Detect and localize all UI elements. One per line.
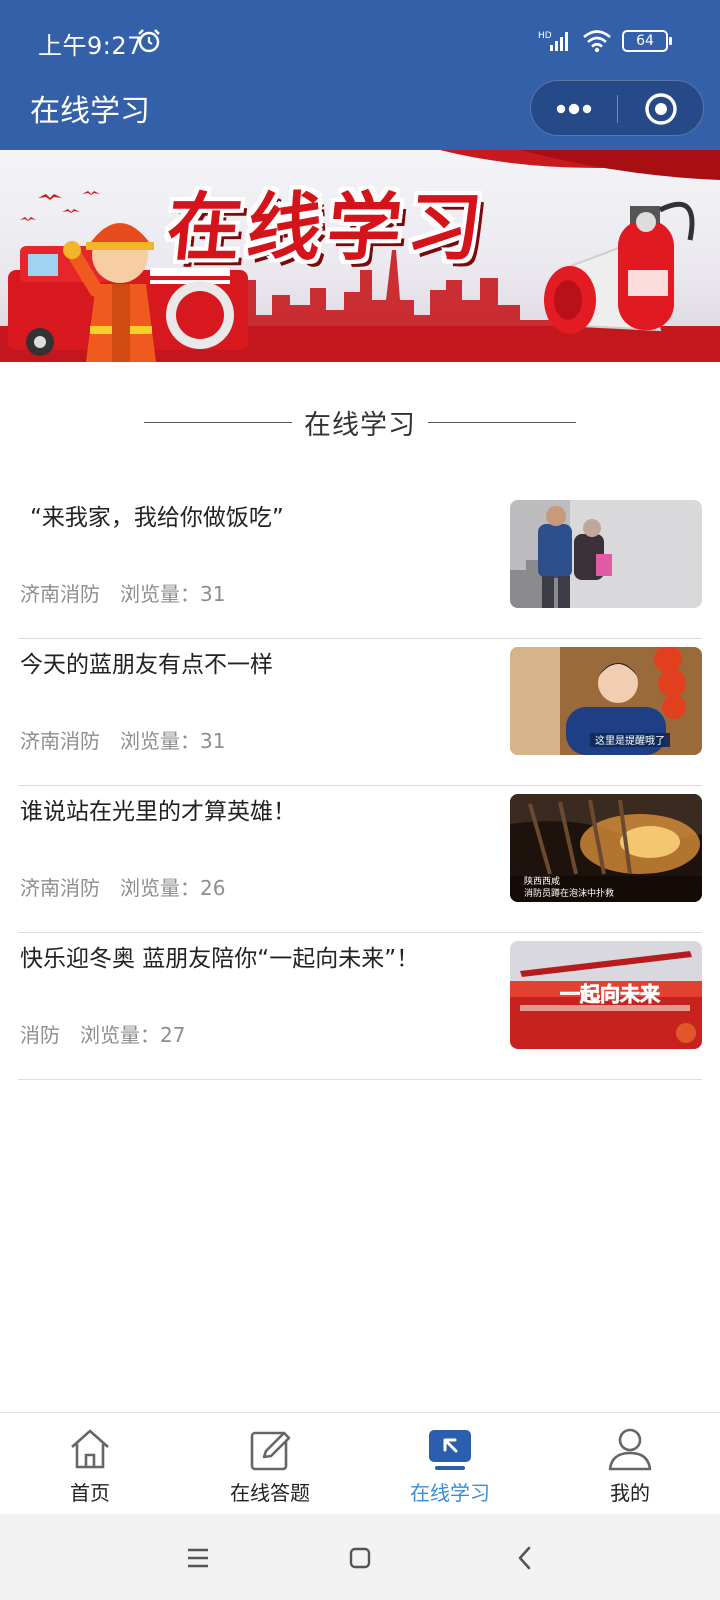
tab-online-quiz[interactable]: 在线答题: [180, 1413, 360, 1515]
tab-home[interactable]: 首页: [0, 1413, 180, 1515]
article-meta: 消防 浏览量：27: [20, 1019, 185, 1048]
thumbnail-caption: 消防员蹲在泡沫中扑救: [524, 887, 614, 899]
edit-icon: [250, 1431, 291, 1471]
bottom-tab-bar: 首页 在线答题 在线学习 我的: [0, 1412, 720, 1514]
article-meta: 济南消防 浏览量：26: [20, 872, 225, 901]
back-arrow-icon: [518, 1546, 531, 1570]
wifi-icon: [583, 30, 611, 53]
battery-icon: 64: [622, 30, 672, 52]
menu-icon: [188, 1548, 208, 1568]
user-icon: [608, 1428, 652, 1471]
recent-apps-button[interactable]: [176, 1536, 220, 1580]
article-title: 快乐迎冬奥 蓝朋友陪你“一起向未来”！: [20, 946, 420, 972]
article-source: 济南消防: [20, 876, 100, 900]
article-views: 浏览量：27: [80, 1023, 186, 1047]
article-thumbnail: 这里是提醒哦了: [510, 647, 702, 755]
home-button[interactable]: [338, 1536, 382, 1580]
system-nav-bar: [0, 1514, 720, 1600]
tab-mine[interactable]: 我的: [540, 1413, 720, 1515]
article-item[interactable]: 快乐迎冬奥 蓝朋友陪你“一起向未来”！ 消防 浏览量：27 一起向未来: [18, 933, 702, 1080]
close-mini-program-button[interactable]: [618, 81, 704, 137]
article-source: 济南消防: [20, 582, 100, 606]
article-thumbnail: [510, 500, 702, 608]
more-dots-icon: [556, 103, 592, 115]
top-bar: 上午9:27 HD 64 在线学习: [0, 0, 720, 150]
section-heading: 在线学习: [0, 400, 720, 444]
square-icon: [349, 1547, 371, 1569]
tab-online-learning-label: 在线学习: [410, 1481, 490, 1505]
article-source: 消防: [20, 1023, 60, 1047]
banner-title: 在线学习: [162, 185, 492, 271]
article-list: “来我家，我给你做饭吃” 济南消防 浏览量：31 今天的蓝朋友有点不一样 济南消防…: [0, 492, 720, 1080]
heading-line-right: [428, 421, 576, 423]
article-thumbnail: 陕西西咸 消防员蹲在泡沫中扑救: [510, 794, 702, 902]
thumbnail-caption: 一起向未来: [560, 982, 661, 1006]
article-meta: 济南消防 浏览量：31: [20, 578, 225, 607]
status-icons: HD 64: [538, 28, 672, 54]
status-bar: 上午9:27 HD 64: [0, 0, 720, 80]
article-thumbnail: 一起向未来: [510, 941, 702, 1049]
learn-icon: [429, 1430, 471, 1470]
article-views: 浏览量：31: [120, 582, 226, 606]
alarm-icon: [138, 29, 160, 53]
article-views: 浏览量：31: [120, 729, 226, 753]
more-button[interactable]: [531, 81, 617, 137]
section-heading-label: 在线学习: [304, 409, 416, 441]
banner[interactable]: 在线学习: [0, 150, 720, 362]
tab-online-learning[interactable]: 在线学习: [360, 1413, 540, 1515]
thumbnail-caption: 这里是提醒哦了: [595, 734, 665, 747]
home-icon: [71, 1429, 109, 1469]
article-item[interactable]: “来我家，我给你做饭吃” 济南消防 浏览量：31: [18, 492, 702, 639]
article-title: “来我家，我给你做饭吃”: [30, 505, 284, 531]
mini-program-capsule: [530, 80, 704, 136]
tab-mine-label: 我的: [610, 1481, 650, 1505]
article-views: 浏览量：26: [120, 876, 226, 900]
article-source: 济南消防: [20, 729, 100, 753]
article-title: 今天的蓝朋友有点不一样: [20, 652, 273, 678]
tab-home-label: 首页: [70, 1481, 110, 1505]
target-icon: [645, 93, 677, 125]
back-button[interactable]: [502, 1536, 546, 1580]
article-item[interactable]: 今天的蓝朋友有点不一样 济南消防 浏览量：31 这里是提醒哦了: [18, 639, 702, 786]
status-time: 上午9:27: [38, 32, 143, 60]
article-meta: 济南消防 浏览量：31: [20, 725, 225, 754]
network-type: HD: [538, 31, 552, 41]
page-title: 在线学习: [30, 94, 150, 129]
article-item[interactable]: 谁说站在光里的才算英雄！ 济南消防 浏览量：26 陕西西咸 消防员蹲在泡沫中扑救: [18, 786, 702, 933]
signal-icon: HD: [538, 31, 568, 51]
heading-line-left: [144, 421, 292, 423]
article-title: 谁说站在光里的才算英雄！: [20, 799, 296, 825]
tab-online-quiz-label: 在线答题: [230, 1481, 310, 1505]
thumbnail-caption: 陕西西咸: [524, 875, 560, 887]
